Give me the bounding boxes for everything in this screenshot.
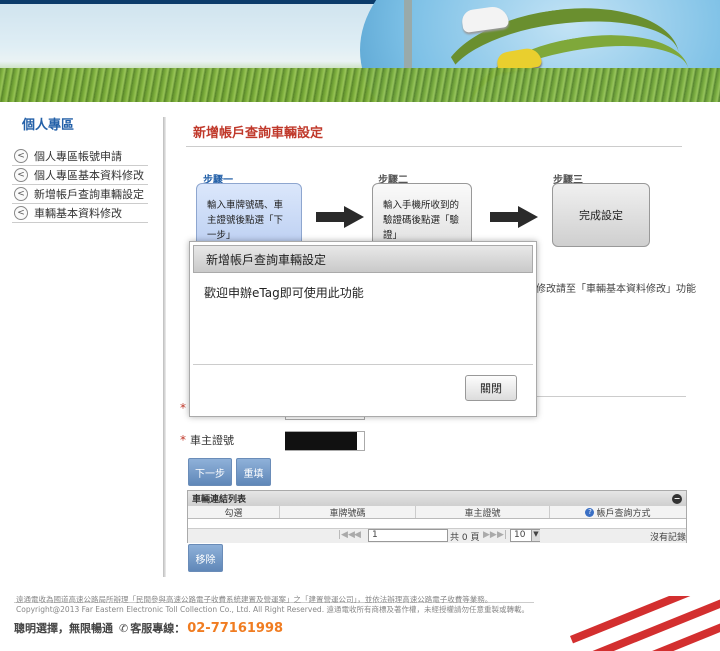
- info-dialog: 新增帳戶查詢車輛設定 歡迎申辦eTag即可使用此功能 關閉: [189, 241, 537, 417]
- dialog-divider: [193, 364, 533, 365]
- dialog-title: 新增帳戶查詢車輛設定: [206, 252, 327, 267]
- dialog-message: 歡迎申辦eTag即可使用此功能: [204, 286, 364, 300]
- dialog-header: 新增帳戶查詢車輛設定: [193, 245, 533, 273]
- close-button[interactable]: 關閉: [465, 375, 517, 401]
